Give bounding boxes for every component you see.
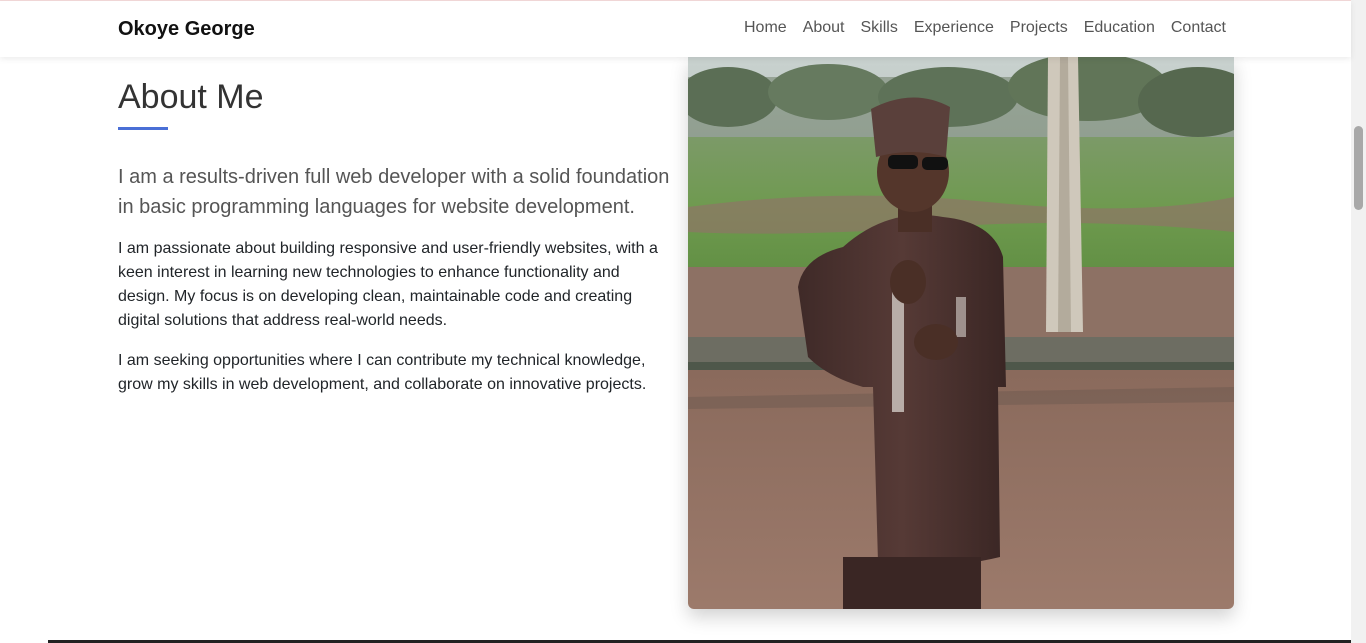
profile-photo bbox=[688, 57, 1234, 609]
nav-link-home[interactable]: Home bbox=[744, 19, 787, 37]
nav-link-skills[interactable]: Skills bbox=[861, 19, 898, 37]
nav-link-contact[interactable]: Contact bbox=[1171, 19, 1226, 37]
navbar: Okoye George Home About Skills Experienc… bbox=[0, 1, 1351, 57]
about-paragraph-2: I am seeking opportunities where I can c… bbox=[118, 352, 647, 393]
nav-links: Home About Skills Experience Projects Ed… bbox=[744, 19, 1226, 37]
scrollbar-thumb[interactable] bbox=[1354, 126, 1363, 210]
about-title: About Me bbox=[118, 78, 264, 116]
about-lead: I am a results-driven full web developer… bbox=[118, 166, 670, 218]
page-scrollbar[interactable] bbox=[1351, 0, 1366, 643]
nav-link-about[interactable]: About bbox=[803, 19, 845, 37]
about-paragraph-1: I am passionate about building responsiv… bbox=[118, 240, 658, 329]
nav-link-projects[interactable]: Projects bbox=[1010, 19, 1068, 37]
brand-logo[interactable]: Okoye George bbox=[118, 18, 255, 41]
nav-link-experience[interactable]: Experience bbox=[914, 19, 994, 37]
title-underline bbox=[118, 127, 168, 130]
nav-link-education[interactable]: Education bbox=[1084, 19, 1155, 37]
